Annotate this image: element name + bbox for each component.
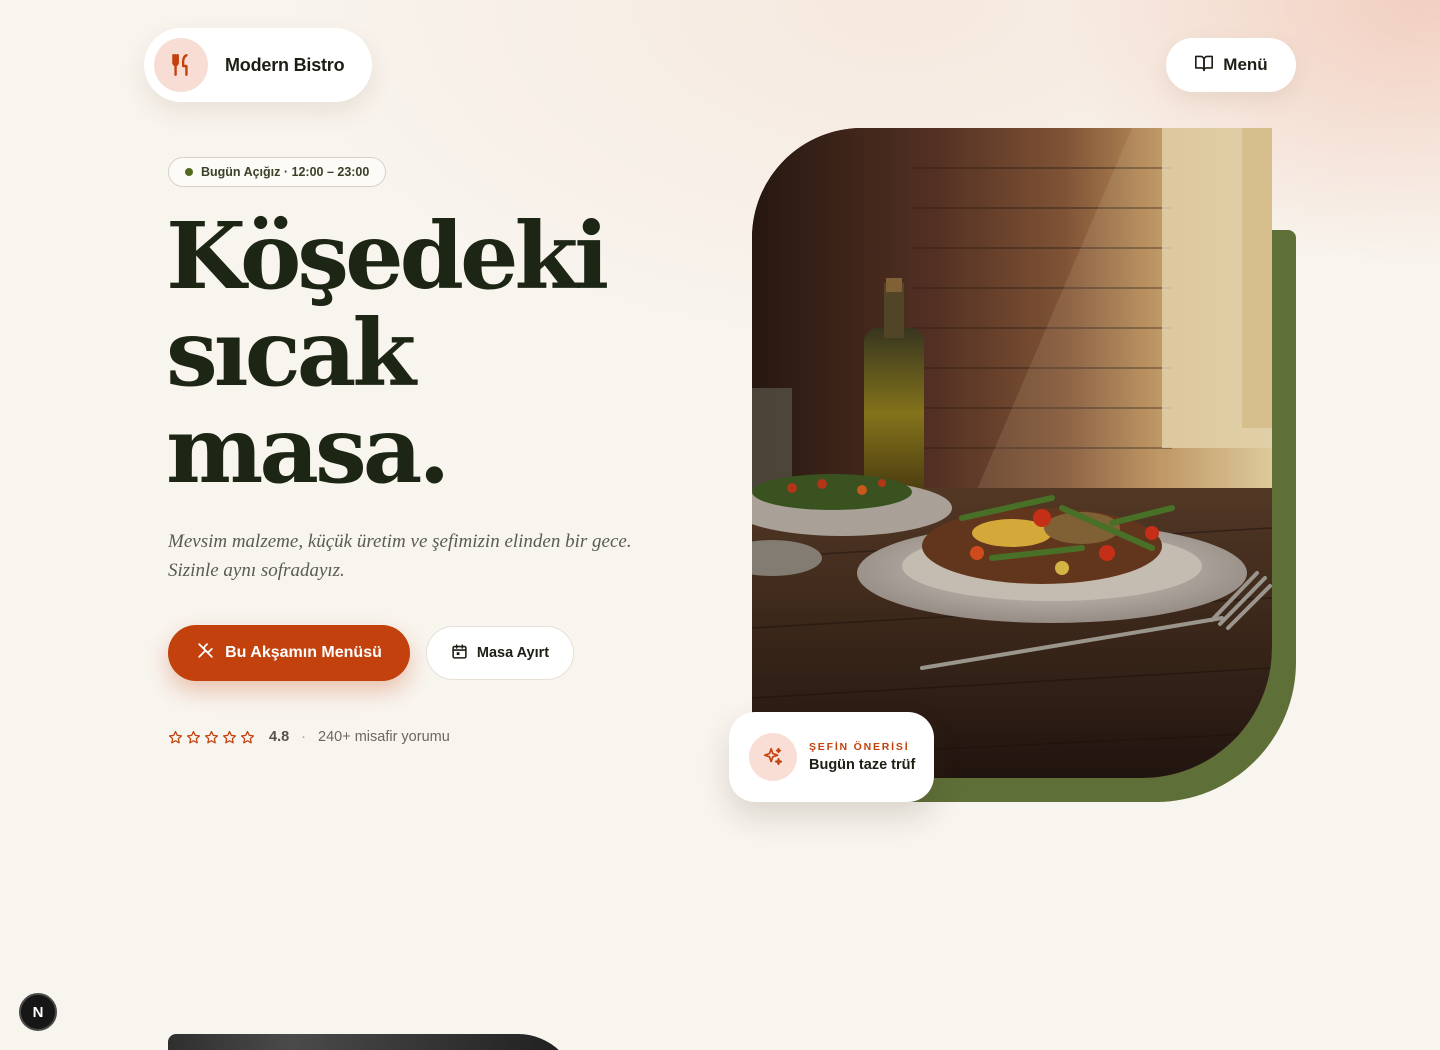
hero-title-line: Köşedeki (166, 202, 609, 310)
tonight-menu-button[interactable]: Bu Akşamın Menüsü (168, 625, 410, 681)
brand-name: Modern Bistro (225, 54, 345, 75)
review-count: 240+ misafir yorumu (318, 729, 450, 745)
status-dot (185, 168, 193, 176)
chef-card-label: ŞEFİN ÖNERİSİ (809, 741, 910, 753)
hero-title-line: masa. (166, 396, 450, 504)
fork-knife-icon (154, 38, 208, 92)
rating-value: 4.8 (269, 729, 290, 745)
nextjs-dev-badge[interactable]: N (19, 993, 57, 1031)
utensils-crossed-icon (196, 641, 215, 665)
brand-logo-pill[interactable]: Modern Bistro (144, 28, 372, 102)
hero-title-line: sıcak (166, 299, 416, 407)
menu-button-label: Menü (1223, 55, 1268, 74)
star-icon (240, 730, 255, 743)
star-rating (168, 730, 255, 745)
chef-card-value: Bugün taze trüf (809, 757, 916, 773)
star-icon (168, 730, 183, 743)
opening-hours-text: Bugün Açığız · 12:00 – 23:00 (201, 165, 370, 179)
pasta-dish-photo (752, 128, 1272, 778)
book-table-label: Masa Ayırt (476, 645, 550, 661)
rating-row: 4.8 · 240+ misafir yorumu (168, 729, 450, 745)
opening-hours-badge: Bugün Açığız · 12:00 – 23:00 (168, 157, 387, 187)
sparkles-icon (749, 733, 797, 781)
calendar-icon (451, 643, 468, 664)
next-section-image-peek (168, 1034, 578, 1050)
book-table-button[interactable]: Masa Ayırt (426, 626, 574, 680)
star-icon (204, 730, 219, 743)
star-icon (222, 730, 237, 743)
chef-recommendation-card[interactable]: ŞEFİN ÖNERİSİ Bugün taze trüf (729, 712, 934, 802)
hero-title: Köşedeki sıcak masa. (166, 208, 686, 499)
menu-button[interactable]: Menü (1166, 38, 1296, 92)
rating-separator: · (301, 729, 307, 745)
tonight-menu-label: Bu Akşamın Menüsü (225, 644, 382, 661)
star-icon (186, 730, 201, 743)
book-open-icon (1194, 54, 1214, 77)
hero-subtitle: Mevsim malzeme, küçük üretim ve şefimizi… (168, 531, 632, 581)
